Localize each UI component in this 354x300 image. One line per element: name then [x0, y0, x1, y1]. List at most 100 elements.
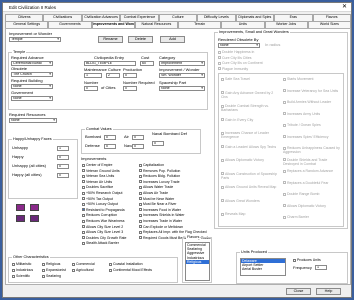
improvement-left-checkbox-4[interactable]: Doubles Sacrifice	[82, 185, 113, 189]
improvement-right-box-3[interactable]	[139, 180, 142, 184]
improvement-right-box-11[interactable]	[139, 225, 142, 229]
improvement-select[interactable]: Temple	[9, 37, 61, 42]
improvement-left-box-3[interactable]	[82, 180, 85, 184]
other-char-checkbox-5[interactable]: Expansionist	[42, 268, 66, 272]
naval-input[interactable]: 0	[132, 144, 144, 149]
tab-tabs-row1-3[interactable]: Combat Experience	[120, 14, 159, 21]
tab-tabs-row2-4[interactable]: Terrain	[178, 21, 222, 28]
other-char-checkbox-2[interactable]: Commercial	[72, 262, 95, 266]
other-char-box-8[interactable]	[12, 274, 15, 278]
improvement-left-checkbox-0[interactable]: Center of Empire	[82, 163, 112, 167]
improvement-right-checkbox-11[interactable]: Can Explode or Meltdown	[139, 225, 183, 229]
units-produced-list[interactable]: Delaware Airport Settler Aerial Buster	[240, 258, 286, 276]
improvement-right-checkbox-12[interactable]: Replaces All Impr. with the Flag Checked	[139, 230, 207, 234]
rendered-obsolete-select[interactable]: None	[218, 43, 260, 48]
gw-right-box-4[interactable]	[283, 123, 286, 127]
improvement-right-checkbox-6[interactable]: Must be Near Water	[139, 197, 174, 201]
improvement-right-box-8[interactable]	[139, 208, 142, 212]
flavor-item-4[interactable]: Religious	[186, 259, 209, 265]
air-input[interactable]: 0	[132, 135, 144, 140]
gw-left-checkbox-0[interactable]: Safe Sea Travel	[221, 77, 279, 81]
other-char-box-2[interactable]	[72, 262, 75, 266]
obsolete-select[interactable]: The Church	[11, 72, 53, 77]
happy-row-input-2[interactable]: 0	[57, 164, 69, 169]
gw-right-checkbox-3[interactable]: Increases Army Units	[283, 112, 341, 116]
tab-tabs-row1-6[interactable]: Diplomats and Spies	[235, 14, 275, 21]
improvement-right-box-5[interactable]	[139, 191, 142, 195]
flavors-list[interactable]: Commercial Seafaring Aggressive Industrious…	[185, 242, 210, 281]
defense-input[interactable]: 0	[104, 144, 116, 149]
tab-tabs-row1-4[interactable]: Culture	[158, 14, 198, 21]
gw-right-checkbox-1[interactable]: Increase Veterancy for Sea Units	[283, 89, 341, 93]
improvement-left-box-2[interactable]	[82, 174, 85, 178]
other-char-box-9[interactable]	[42, 274, 45, 278]
civilopedia-input[interactable]: BLDG_TEMPLE	[84, 61, 136, 66]
improvement-right-checkbox-0[interactable]: Capitalization	[139, 163, 164, 167]
other-char-box-1[interactable]	[42, 262, 45, 266]
wonder-select[interactable]: Sm. Wonder	[159, 73, 205, 78]
gw-left-box-10[interactable]	[221, 212, 224, 216]
sw-top-box-3[interactable]	[218, 67, 221, 71]
improvement-right-checkbox-9[interactable]: Increases Shields in Water	[139, 213, 185, 217]
other-char-checkbox-8[interactable]: Scientific	[12, 274, 30, 278]
gw-right-checkbox-7[interactable]: Double Shields and Trade Destroyed in Co…	[283, 158, 341, 166]
improvement-left-box-7[interactable]	[82, 202, 85, 206]
improvement-right-box-1[interactable]	[139, 169, 142, 173]
other-char-checkbox-3[interactable]: Coastal Installation	[109, 262, 143, 266]
other-char-box-5[interactable]	[42, 268, 45, 272]
tab-tabs-row2-7[interactable]: World Sizes	[307, 21, 351, 28]
gw-right-checkbox-8[interactable]: Replaces a Random Advance	[283, 169, 341, 173]
unit-item-2[interactable]: Aerial Buster	[241, 267, 285, 271]
improvement-left-checkbox-12[interactable]: Allows City Size Level 3	[82, 230, 123, 234]
happy-row-input-3[interactable]: 0	[57, 173, 69, 178]
delete-button[interactable]: Delete	[128, 36, 153, 43]
improvement-left-checkbox-10[interactable]: Reduces War Weariness	[82, 219, 125, 223]
gw-right-box-11[interactable]	[283, 204, 286, 208]
improvement-left-checkbox-13[interactable]: Doubles City Growth Rate	[82, 236, 126, 240]
sw-top-checkbox-2[interactable]: Cure City Ills on Continent	[218, 61, 276, 65]
gw-left-box-9[interactable]	[221, 199, 224, 203]
gw-right-box-10[interactable]	[283, 192, 286, 196]
gw-left-checkbox-2[interactable]: Double Combat Strength vs. Barbarians	[221, 104, 279, 112]
tab-tabs-row1-5[interactable]: Difficulty Levels	[197, 14, 236, 21]
add-button[interactable]: Add	[160, 36, 185, 43]
sw-top-box-1[interactable]	[218, 56, 221, 60]
other-char-box-3[interactable]	[109, 262, 112, 266]
gw-left-checkbox-7[interactable]: Allows Construction of Spaceship Parts	[221, 172, 279, 180]
improvement-left-checkbox-11[interactable]: Allows City Size Level 2	[82, 225, 123, 229]
gw-right-box-5[interactable]	[283, 135, 286, 139]
gw-right-box-8[interactable]	[283, 169, 286, 173]
improvement-right-box-6[interactable]	[139, 197, 142, 201]
required-resources-select[interactable]: None	[9, 118, 57, 123]
improvement-right-checkbox-8[interactable]: Increases Food in Water	[139, 208, 181, 212]
gw-left-checkbox-6[interactable]: Allows Diplomatic Victory	[221, 158, 279, 162]
gw-right-box-9[interactable]	[283, 181, 286, 185]
improvement-right-box-12[interactable]	[139, 230, 142, 234]
improvement-left-box-14[interactable]	[82, 241, 85, 245]
naval-bombard-input[interactable]: 0	[152, 141, 164, 146]
other-char-checkbox-7[interactable]: Continental Mood Effects	[109, 268, 152, 272]
gw-left-checkbox-4[interactable]: Increases Chance of Leader Emergence	[221, 131, 279, 139]
gw-right-box-6[interactable]	[283, 146, 286, 150]
produces-units-box[interactable]	[293, 258, 296, 262]
tab-tabs-row1-0[interactable]: Citizens	[5, 14, 44, 21]
improvement-right-checkbox-4[interactable]: Allows Water Trade	[139, 185, 173, 189]
tab-tabs-row2-2[interactable]: Improvements and Wonders	[91, 21, 135, 28]
tab-tabs-row1-7[interactable]: Eras	[274, 14, 313, 21]
improvement-left-checkbox-6[interactable]: +50% Tax Output	[82, 197, 113, 201]
improvement-right-checkbox-1[interactable]: Removes Pop. Pollution	[139, 169, 180, 173]
improvement-right-box-13[interactable]	[139, 236, 142, 240]
gw-left-checkbox-3[interactable]: Gain In Every City	[221, 118, 279, 122]
spaceship-select[interactable]: None	[159, 86, 205, 91]
improvement-left-checkbox-1[interactable]: Veteran Ground Units	[82, 169, 120, 173]
other-char-box-6[interactable]	[72, 268, 75, 272]
improvement-left-box-8[interactable]	[82, 208, 85, 212]
improvement-right-checkbox-2[interactable]: Reduces Bldg. Pollution	[139, 174, 180, 178]
improvement-left-box-10[interactable]	[82, 219, 85, 223]
improvement-left-checkbox-8[interactable]: Resistant to Propaganda	[82, 208, 125, 212]
tab-tabs-row1-1[interactable]: Civilizations	[43, 14, 82, 21]
other-char-checkbox-1[interactable]: Religious	[42, 262, 60, 266]
improvement-right-checkbox-10[interactable]: Increases Trade in Water	[139, 219, 182, 223]
gw-left-checkbox-9[interactable]: Allows Great Wonders	[221, 199, 279, 203]
sw-top-checkbox-3[interactable]: Plague Immunity	[218, 67, 276, 71]
